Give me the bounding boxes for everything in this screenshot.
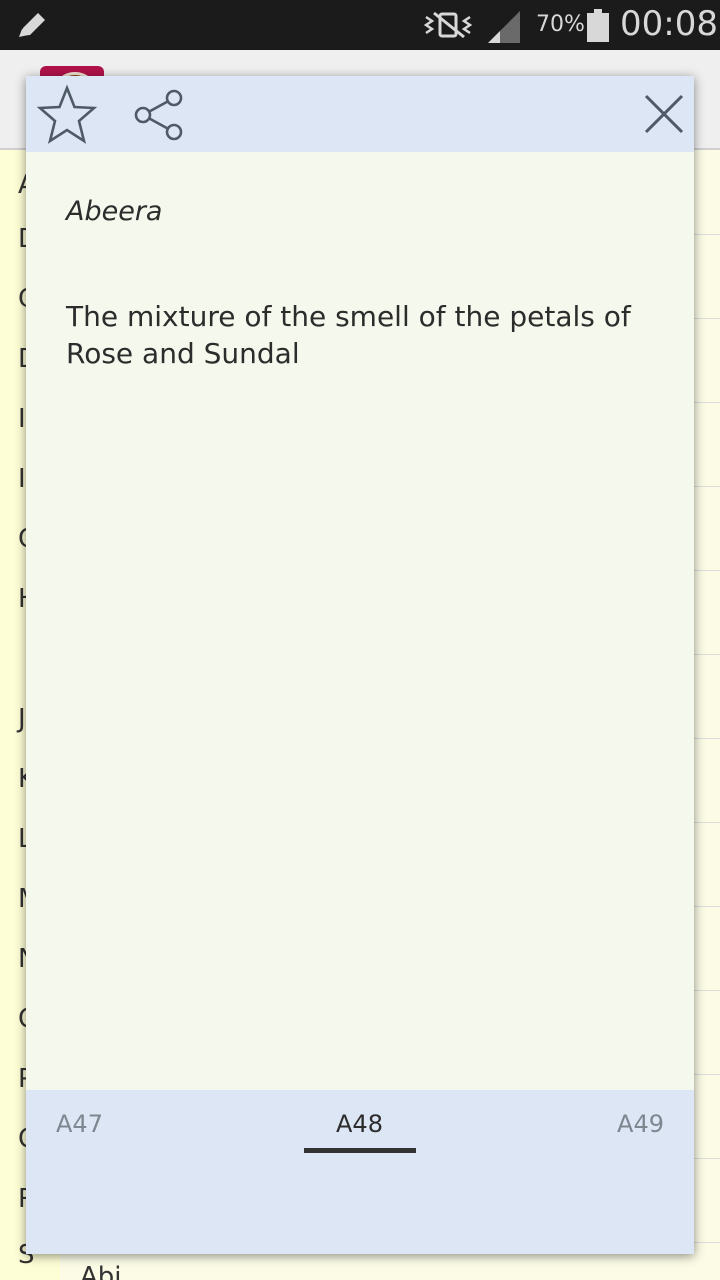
- tab-next-entry[interactable]: A49: [617, 1110, 664, 1138]
- battery-icon: [587, 9, 609, 42]
- clock: 00:08: [620, 4, 718, 44]
- battery-percent: 70%: [536, 12, 585, 37]
- share-icon[interactable]: [130, 86, 188, 144]
- index-letter[interactable]: J: [18, 704, 26, 734]
- tab-previous-entry[interactable]: A47: [56, 1110, 103, 1138]
- dialog-header: [26, 76, 694, 152]
- name-detail-dialog: Abeera The mixture of the smell of the p…: [26, 76, 694, 1254]
- index-letter[interactable]: I: [18, 404, 26, 434]
- close-icon[interactable]: [640, 90, 688, 138]
- entry-name: Abeera: [66, 196, 163, 227]
- pager-bar: A47 A48 A49: [26, 1090, 694, 1254]
- signal-icon: [488, 11, 520, 43]
- star-icon[interactable]: [36, 84, 98, 146]
- tab-indicator: [304, 1148, 416, 1153]
- status-bar: 70% 00:08: [0, 0, 720, 50]
- entry-meaning: The mixture of the smell of the petals o…: [66, 300, 631, 370]
- vibrate-icon: [424, 11, 473, 39]
- tab-current-entry[interactable]: A48: [336, 1110, 383, 1138]
- pencil-icon: [19, 13, 45, 37]
- list-item-partial[interactable]: Abi...: [80, 1262, 146, 1280]
- index-letter[interactable]: I: [18, 464, 26, 494]
